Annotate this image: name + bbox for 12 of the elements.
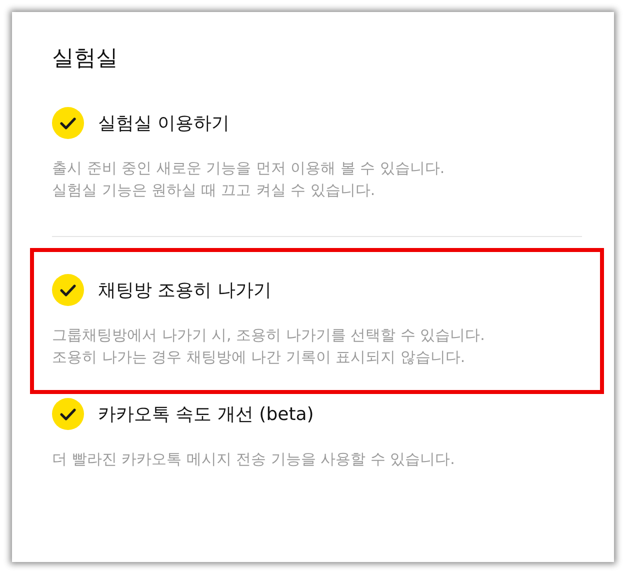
- checkbox[interactable]: [52, 398, 84, 430]
- option-description: 실험실 기능은 원하실 때 끄고 켜실 수 있습니다.: [52, 180, 376, 201]
- option-description: 출시 준비 중인 새로운 기능을 먼저 이용해 볼 수 있습니다.: [52, 158, 446, 179]
- option-description: 그룹채팅방에서 나가기 시, 조용히 나가기를 선택할 수 있습니다.: [52, 325, 486, 346]
- option-description: 더 빨라진 카카오톡 메시지 전송 기능을 사용할 수 있습니다.: [52, 449, 456, 470]
- option-label: 채팅방 조용히 나가기: [98, 279, 272, 302]
- option-description: 조용히 나가는 경우 채팅방에 나간 기록이 표시되지 않습니다.: [52, 347, 466, 368]
- panel-title: 실험실: [52, 45, 119, 73]
- checkbox[interactable]: [52, 107, 84, 139]
- checkbox[interactable]: [52, 274, 84, 306]
- option-label: 카카오톡 속도 개선 (beta): [98, 403, 314, 426]
- option-label: 실험실 이용하기: [98, 112, 230, 135]
